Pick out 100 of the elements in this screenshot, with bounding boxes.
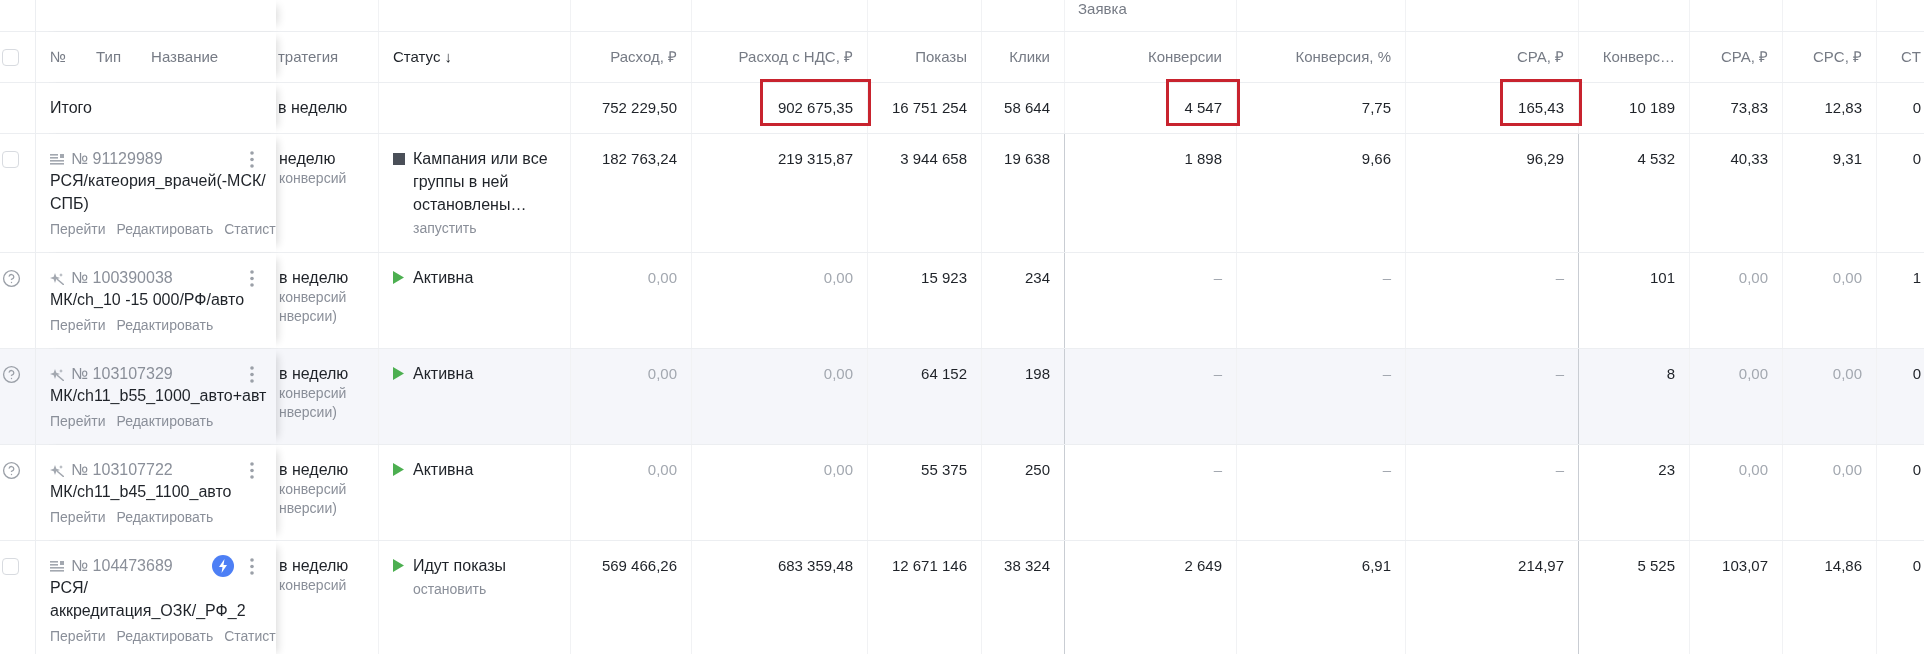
metric-value: 214,97	[1518, 556, 1564, 576]
campaign-name[interactable]: МК/ch_10 -15 000/РФ/авто	[50, 288, 270, 311]
column-group-header: Заявка	[1078, 0, 1128, 17]
metric-value: –	[1555, 364, 1564, 384]
lightning-icon[interactable]	[212, 555, 234, 577]
campaign-link[interactable]: Редактировать	[116, 317, 214, 333]
campaign-link[interactable]: Перейти	[50, 317, 106, 333]
column-header[interactable]: Расход, ₽	[610, 45, 677, 69]
metric-value: 0,00	[823, 460, 853, 480]
more-icon[interactable]	[250, 269, 254, 287]
column-header[interactable]: CPA, ₽	[1516, 45, 1564, 69]
table-row[interactable]: № 104473689 РСЯ/аккредитация_ОЗК/_РФ_2 Перейти Редактировать Статист в неделю конверсий Идут показы остановить 569 466,26 683 359,48 12 671 146 38 324 2 649 6,91 214,97 5 525 103,07 14,86 0	[0, 541, 1924, 654]
list-lines-icon	[50, 153, 64, 165]
checkbox[interactable]	[2, 557, 19, 575]
campaign-link[interactable]: Перейти	[50, 221, 106, 237]
metric-value: 0	[1912, 460, 1921, 480]
strategy-text: в неделю	[279, 364, 349, 384]
campaign-name[interactable]: РСЯ/аккредитация_ОЗК/_РФ_2	[50, 576, 270, 622]
status-action-link[interactable]: запустить	[413, 218, 477, 238]
metric-value: 219 315,87	[777, 149, 853, 169]
campaign-name[interactable]: МК/ch11_b45_1100_авто	[50, 480, 270, 503]
campaign-name[interactable]: РСЯ/катеория_врачей(-МСК/СПБ)	[50, 169, 270, 215]
metric-value: –	[1382, 268, 1391, 288]
total-value: 10 189	[1629, 98, 1675, 118]
help-icon[interactable]	[2, 460, 21, 480]
more-icon[interactable]	[250, 557, 254, 575]
column-header[interactable]: Статус ↓	[393, 45, 453, 69]
list-lines-icon	[50, 560, 64, 572]
metric-value: –	[1213, 460, 1222, 480]
metric-value: 0,00	[1832, 460, 1862, 480]
campaign-number: № 103107722	[71, 460, 173, 480]
total-value: 58 644	[1004, 98, 1050, 118]
campaign-link[interactable]: Перейти	[50, 628, 106, 644]
strategy-text: нверсии)	[279, 499, 337, 518]
campaign-link[interactable]: Редактировать	[116, 628, 214, 644]
campaign-link[interactable]: Редактировать	[116, 413, 214, 429]
sparkle-icon	[50, 271, 64, 285]
metric-value: 0,00	[1738, 268, 1768, 288]
column-header[interactable]: №	[50, 45, 67, 69]
metric-value: –	[1213, 364, 1222, 384]
metric-value: –	[1213, 268, 1222, 288]
help-icon[interactable]	[2, 268, 21, 288]
table-row[interactable]: № 103107722 МК/ch11_b45_1100_авто Перейти Редактировать в неделю конверсий нверсии) Активна 0,00 0,00 55 375 250 – – – 23 0,00 0,00 0	[0, 445, 1924, 541]
strategy-text: конверсий	[279, 480, 347, 499]
play-triangle-icon	[393, 271, 404, 284]
column-header[interactable]: Расход с НДС, ₽	[738, 45, 853, 69]
metric-value: 5 525	[1637, 556, 1675, 576]
strategy-text: в неделю	[279, 556, 349, 576]
campaign-link[interactable]: Перейти	[50, 509, 106, 525]
status-action-link[interactable]: остановить	[413, 579, 487, 599]
column-header[interactable]: тратегия	[278, 45, 339, 69]
campaign-number: № 91129989	[71, 149, 163, 169]
metric-value: 0	[1912, 364, 1921, 384]
campaign-link[interactable]: Статист	[224, 628, 276, 644]
total-value: 4 547	[1184, 98, 1222, 118]
campaign-name[interactable]: МК/ch11_b55_1000_авто+авт	[50, 384, 270, 407]
status-text: Идут показы	[413, 556, 507, 576]
table-row[interactable]: № 100390038 МК/ch_10 -15 000/РФ/авто Перейти Редактировать в неделю конверсий нверсии) Активна 0,00 0,00 15 923 234 – – – 101 0,00 0,00 1	[0, 253, 1924, 349]
table-row[interactable]	[0, 134, 1924, 253]
strategy-text: неделю	[279, 149, 336, 169]
column-header[interactable]: CT	[1901, 45, 1921, 69]
campaign-number: № 100390038	[71, 268, 173, 288]
more-icon[interactable]	[250, 365, 254, 383]
column-header[interactable]: Конверсии	[1147, 45, 1222, 69]
checkbox[interactable]	[2, 48, 19, 66]
more-icon[interactable]	[250, 461, 254, 479]
status-text: Активна	[413, 268, 474, 288]
total-value: 752 229,50	[601, 98, 677, 118]
campaign-number: № 104473689	[71, 556, 173, 576]
total-value: 0	[1912, 98, 1921, 118]
campaign-link[interactable]: Статист	[224, 221, 276, 237]
metric-value: 4 532	[1637, 149, 1675, 169]
totals-label: Итого	[50, 98, 92, 118]
metric-value: 250	[1024, 460, 1050, 480]
metric-value: 101	[1649, 268, 1675, 288]
column-header[interactable]: Клики	[1009, 45, 1050, 69]
metric-value: 64 152	[921, 364, 967, 384]
help-icon[interactable]	[2, 364, 21, 384]
sparkle-icon	[50, 367, 64, 381]
column-header[interactable]: Конверсия, %	[1295, 45, 1391, 69]
table-row[interactable]: № 103107329 МК/ch11_b55_1000_авто+авт Перейти Редактировать в неделю конверсий нверсии) Активна 0,00 0,00 64 152 198 – – – 8 0,00 0,00 0	[0, 349, 1924, 445]
strategy-text: в неделю	[279, 460, 349, 480]
column-header[interactable]: Конверс…	[1602, 45, 1675, 69]
metric-value: 0,00	[647, 268, 677, 288]
more-icon[interactable]	[250, 150, 254, 168]
campaign-link[interactable]: Перейти	[50, 413, 106, 429]
column-header[interactable]: Показы	[915, 45, 967, 69]
column-header[interactable]: Название	[151, 45, 219, 69]
checkbox[interactable]	[2, 150, 19, 168]
column-header[interactable]: CPC, ₽	[1813, 45, 1862, 69]
play-triangle-icon	[393, 463, 404, 476]
campaign-link[interactable]: Редактировать	[116, 509, 214, 525]
campaign-link[interactable]: Редактировать	[116, 221, 214, 237]
column-header[interactable]: Тип	[96, 45, 122, 69]
total-value: 902 675,35	[777, 98, 853, 118]
metric-value: 0,00	[823, 268, 853, 288]
total-value: 7,75	[1361, 98, 1391, 118]
status-text: Активна	[413, 364, 474, 384]
column-header[interactable]: CPA, ₽	[1720, 45, 1768, 69]
metric-value: 0,00	[647, 364, 677, 384]
